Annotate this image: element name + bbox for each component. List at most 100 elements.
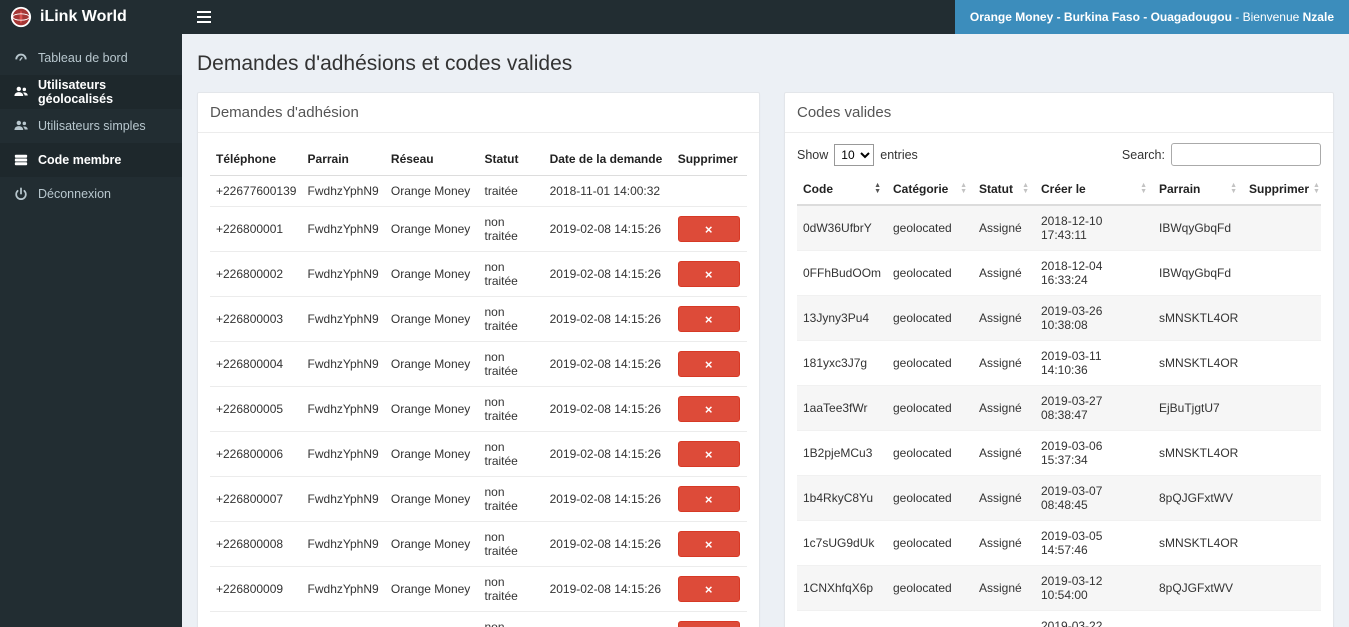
parrain-cell: FwdhzYphN9 <box>301 206 385 252</box>
date-cell: 2019-02-08 14:15:26 <box>543 296 672 342</box>
sidebar-item-users-simple[interactable]: Utilisateurs simples <box>0 109 182 143</box>
statut-cell: non traitée <box>478 431 544 477</box>
column-label: Code <box>803 182 833 196</box>
parrain-cell: sMNSKTL4OR <box>1153 430 1243 476</box>
sidebar: Tableau de bord Utilisateurs géolocalisé… <box>0 34 182 627</box>
supprimer-cell <box>1243 385 1321 431</box>
page-length-select[interactable]: 10 <box>834 143 875 166</box>
supprimer-cell <box>1243 430 1321 476</box>
table-row: 1aaTee3fWr geolocated Assigné 2019-03-27… <box>797 385 1321 431</box>
page-title: Demandes d'adhésions et codes valides <box>197 52 573 75</box>
supprimer-cell <box>1243 295 1321 341</box>
table-row: 1B2pjeMCu3 geolocated Assigné 2019-03-06… <box>797 430 1321 476</box>
column-label: Parrain <box>1159 182 1201 196</box>
supprimer-cell <box>1243 250 1321 296</box>
search-input[interactable] <box>1171 143 1321 166</box>
reseau-cell: Orange Money <box>384 521 479 567</box>
cree-le-cell: 2019-03-26 10:38:08 <box>1035 295 1153 341</box>
telephone-cell: +226800006 <box>210 431 302 477</box>
code-cell: 1c7sUG9dUk <box>797 520 887 566</box>
reseau-cell: Orange Money <box>384 431 479 477</box>
sidebar-item-logout[interactable]: Déconnexion <box>0 177 182 211</box>
supprimer-cell: × <box>671 386 747 432</box>
supprimer-cell: × <box>671 175 747 207</box>
column-header-statut: Statut <box>478 143 544 176</box>
reseau-cell: Orange Money <box>384 611 479 627</box>
delete-button[interactable]: × <box>677 441 740 467</box>
code-cell: 1aaTee3fWr <box>797 385 887 431</box>
categorie-cell: geolocated <box>887 385 973 431</box>
statut-cell: non traitée <box>478 206 544 252</box>
telephone-cell: +226800010 <box>210 611 302 627</box>
column-header-creer-le[interactable]: Créer le ▲ ▼ <box>1035 174 1153 206</box>
date-cell: 2019-02-08 14:15:26 <box>543 341 672 387</box>
telephone-cell: +226800009 <box>210 566 302 612</box>
supprimer-cell: × <box>671 476 747 522</box>
delete-button[interactable]: × <box>677 216 740 242</box>
parrain-cell: FwdhzYphN9 <box>301 386 385 432</box>
date-cell: 2019-02-08 14:15:26 <box>543 251 672 297</box>
table-row: 181yxc3J7g geolocated Assigné 2019-03-11… <box>797 340 1321 386</box>
sort-icon: ▲ ▼ <box>1022 182 1029 195</box>
statut-cell: Assigné <box>973 250 1035 296</box>
username-text: Nzale <box>1302 10 1334 24</box>
table-row: 13Jyny3Pu4 geolocated Assigné 2019-03-26… <box>797 295 1321 341</box>
parrain-cell: FwdhzYphN9 <box>301 611 385 627</box>
supprimer-cell: × <box>671 251 747 297</box>
date-cell: 2019-02-08 14:15:26 <box>543 431 672 477</box>
supprimer-cell <box>1243 475 1321 521</box>
code-cell: 1b4RkyC8Yu <box>797 475 887 521</box>
categorie-cell: geolocated <box>887 565 973 611</box>
sidebar-item-label: Code membre <box>38 153 122 167</box>
delete-button[interactable]: × <box>677 261 740 287</box>
delete-button[interactable]: × <box>677 396 740 422</box>
delete-button[interactable]: × <box>677 306 740 332</box>
categorie-cell: geolocated <box>887 610 973 627</box>
column-label: Supprimer <box>1249 182 1310 196</box>
statut-cell: Assigné <box>973 204 1035 251</box>
menu-toggle-button[interactable] <box>182 0 226 34</box>
codes-table-body: 0dW36UfbrY geolocated Assigné 2018-12-10… <box>797 204 1321 627</box>
column-header-statut[interactable]: Statut ▲ ▼ <box>973 174 1035 206</box>
delete-button[interactable]: × <box>677 486 740 512</box>
supprimer-cell: × <box>671 341 747 387</box>
statut-cell: non traitée <box>478 341 544 387</box>
table-row: 1d9CDtc4mv geolocated Assigné 2019-03-22… <box>797 610 1321 627</box>
brand-link[interactable]: iLink World <box>0 0 182 34</box>
cree-le-cell: 2019-03-12 10:54:00 <box>1035 565 1153 611</box>
reseau-cell: Orange Money <box>384 206 479 252</box>
sort-icon: ▲ ▼ <box>1230 182 1237 195</box>
requests-table-body: +22677600139 FwdhzYphN9 Orange Money tra… <box>210 175 747 627</box>
parrain-cell: IBWqyGbqFd <box>1153 250 1243 296</box>
date-cell: 2019-02-08 14:15:26 <box>543 566 672 612</box>
table-row: +226800006 FwdhzYphN9 Orange Money non t… <box>210 431 747 477</box>
parrain-cell: sMNSKTL4OR <box>1153 520 1243 566</box>
sidebar-item-users-geolocated[interactable]: Utilisateurs géolocalisés <box>0 75 182 109</box>
delete-button[interactable]: × <box>677 576 740 602</box>
code-cell: 181yxc3J7g <box>797 340 887 386</box>
cree-le-cell: 2018-12-10 17:43:11 <box>1035 204 1153 251</box>
statut-cell: traitée <box>478 175 544 207</box>
table-row: 1c7sUG9dUk geolocated Assigné 2019-03-05… <box>797 520 1321 566</box>
sidebar-item-dashboard[interactable]: Tableau de bord <box>0 41 182 75</box>
sidebar-item-member-code[interactable]: Code membre <box>0 143 182 177</box>
org-location-text: Orange Money - Burkina Faso - Ouagadougo… <box>969 10 1232 24</box>
delete-button[interactable]: × <box>677 531 740 557</box>
statut-cell: Assigné <box>973 385 1035 431</box>
column-label: Statut <box>979 182 1013 196</box>
column-header-parrain[interactable]: Parrain ▲ ▼ <box>1153 174 1243 206</box>
table-row: +226800002 FwdhzYphN9 Orange Money non t… <box>210 251 747 297</box>
code-cell: 0dW36UfbrY <box>797 204 887 251</box>
column-header-supprimer[interactable]: Supprimer ▲ ▼ <box>1243 174 1321 206</box>
column-header-parrain: Parrain <box>301 143 385 176</box>
table-row: +226800003 FwdhzYphN9 Orange Money non t… <box>210 296 747 342</box>
date-cell: 2019-02-08 14:15:26 <box>543 611 672 627</box>
column-header-categorie[interactable]: Catégorie ▲ ▼ <box>887 174 973 206</box>
reseau-cell: Orange Money <box>384 341 479 387</box>
delete-button[interactable]: × <box>677 621 740 627</box>
date-cell: 2018-11-01 14:00:32 <box>543 175 672 207</box>
column-header-code[interactable]: Code ▲ ▼ <box>797 174 887 206</box>
table-row: 1CNXhfqX6p geolocated Assigné 2019-03-12… <box>797 565 1321 611</box>
delete-button[interactable]: × <box>677 351 740 377</box>
parrain-cell: IBWqyGbqFd <box>1153 204 1243 251</box>
